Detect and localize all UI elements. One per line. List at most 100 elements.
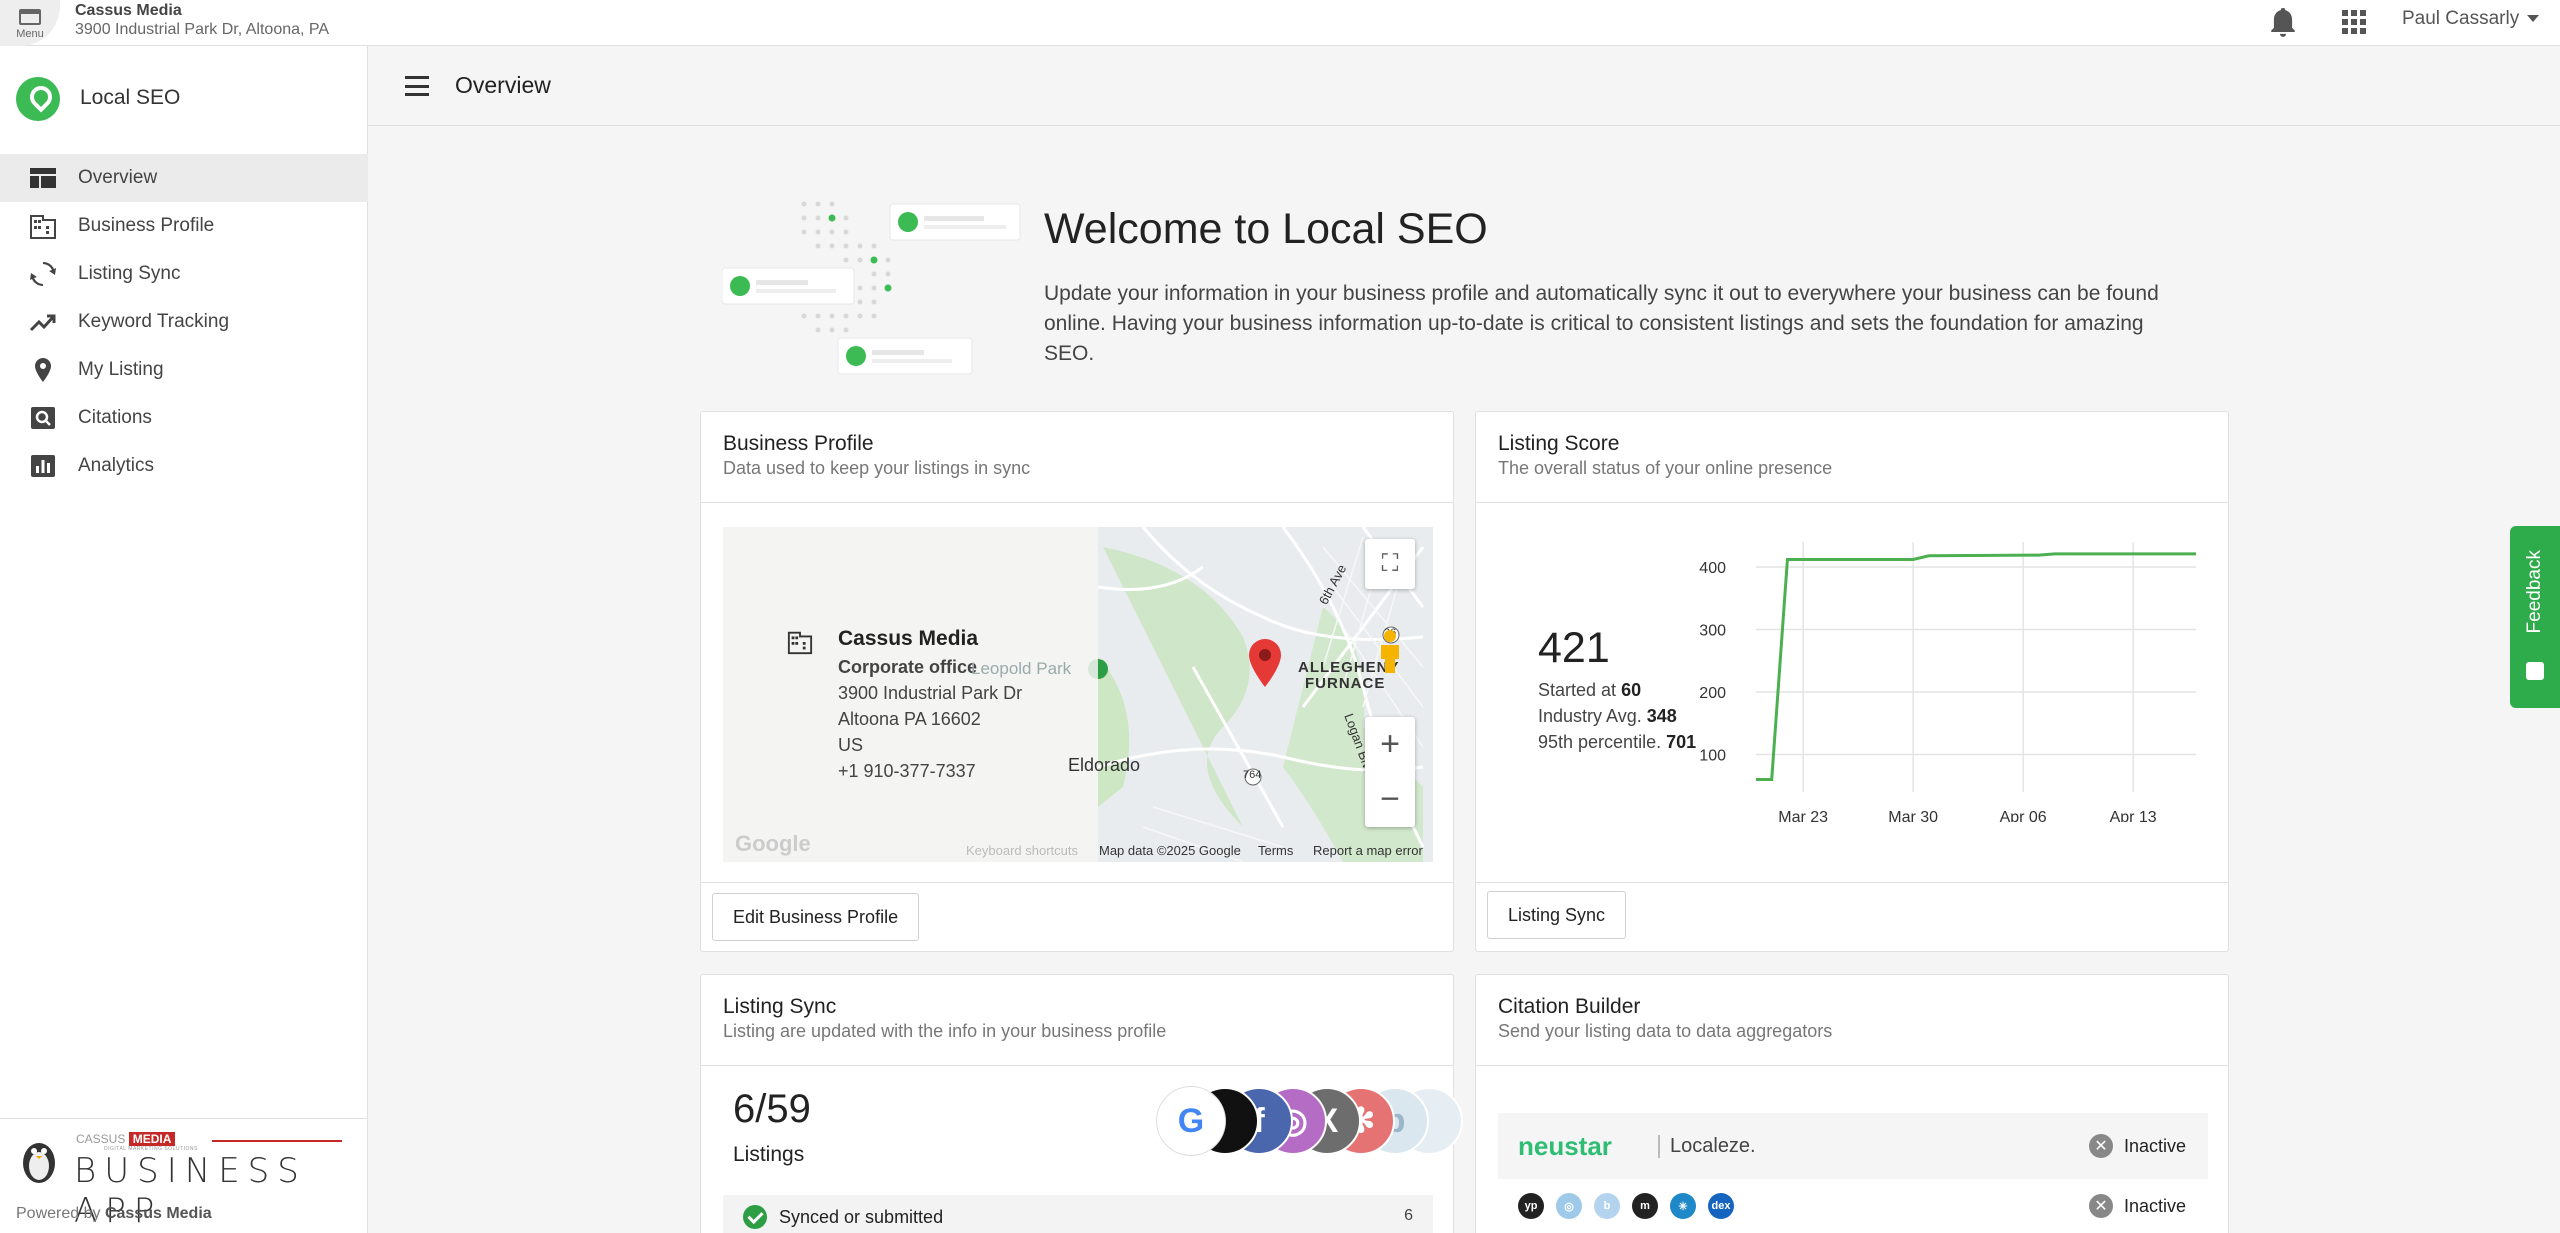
business-country: US [838,735,864,755]
page-title: Overview [455,72,551,98]
menu-button[interactable]: Menu [0,0,60,46]
aggregator-logo: b [1594,1193,1620,1219]
citation-row-localeze[interactable]: neustar Localeze. ✕ Inactive [1498,1113,2208,1179]
card-subtitle: The overall status of your online presen… [1498,458,1833,478]
listing-sync-count: 6/59 [733,1087,811,1131]
powered-prefix: Powered by [16,1205,101,1222]
localeze-logo: Localeze. [1658,1135,1756,1158]
report-map-error-link[interactable]: Report a map error [1313,843,1423,858]
store-icon [19,8,41,25]
feedback-label: Feedback [2524,550,2545,634]
zoom-controls[interactable]: + − [1365,717,1415,827]
business-address: 3900 Industrial Park Dr, Altoona, PA [75,21,330,38]
sidebar-item-my-listing[interactable]: My Listing [0,346,368,394]
y-tick-label: 100 [1699,748,1726,765]
brand-media: MEDIA [128,1132,176,1146]
card-title: Citation Builder [1498,995,1641,1018]
sidebar-item-label: My Listing [78,359,164,380]
notifications-bell-icon[interactable] [2270,8,2296,38]
synced-label: Synced or submitted [779,1207,944,1227]
sidebar-item-listing-sync[interactable]: Listing Sync [0,250,368,298]
map-marker-icon[interactable] [1247,639,1283,687]
building-icon [787,631,813,655]
card-subtitle: Data used to keep your listings in sync [723,458,1031,478]
trending-up-icon [29,314,56,332]
sidebar-item-business-profile[interactable]: Business Profile [0,202,368,250]
card-subtitle: Listing are updated with the info in you… [723,1021,1167,1041]
street-view-pegman-icon[interactable] [1377,629,1403,673]
sidebar-item-keyword-tracking[interactable]: Keyword Tracking [0,298,368,346]
synced-row[interactable]: Synced or submitted 6 [723,1195,1433,1233]
y-tick-label: 200 [1699,685,1726,702]
score-percentile: 95th percentile. 701 [1538,732,1696,753]
business-map[interactable]: Cassus Media Corporate office 3900 Indus… [723,527,1433,862]
sidebar-item-label: Analytics [78,455,155,476]
powered-name: Cassus Media [104,1205,212,1222]
dashboard-icon [30,168,56,188]
map-label-park: Leopold Park [971,659,1072,678]
industry-value: 348 [1646,706,1677,726]
sidebar-title: Local SEO [80,86,181,109]
user-menu[interactable]: Paul Cassarly [2402,8,2540,30]
edit-business-profile-button[interactable]: Edit Business Profile [712,893,920,941]
x-tick-label: Mar 30 [1888,809,1938,822]
zoom-out-icon[interactable]: − [1380,780,1400,819]
aggregator-logo: ◎ [1556,1193,1582,1219]
menu-label: Menu [16,27,44,40]
map-label-town: Eldorado [1068,755,1141,775]
google-logo: Google [735,831,811,856]
welcome-title: Welcome to Local SEO [1044,205,1488,253]
divider [212,1140,342,1142]
synced-count: 6 [1404,1207,1413,1224]
brand-top: CASSUS [76,1132,126,1146]
sidebar-item-label: Keyword Tracking [78,311,230,332]
business-name: Cassus Media [75,2,182,19]
sidebar-item-label: Listing Sync [78,263,181,284]
fullscreen-icon[interactable]: ⛶ [1365,539,1415,589]
zoom-in-icon[interactable]: + [1380,725,1400,764]
feedback-tab[interactable]: Feedback [2510,526,2560,708]
chevron-down-icon [2527,15,2540,23]
card-title: Listing Score [1498,432,1620,455]
card-title: Business Profile [723,432,874,455]
map-data-credit: Map data ©2025 Google [1099,843,1241,858]
aggregator-logo: yp [1518,1193,1544,1219]
percentile-label: 95th percentile. [1538,732,1662,752]
map-label-area-2: FURNACE [1305,675,1386,692]
x-tick-label: Mar 23 [1778,809,1828,822]
keyboard-shortcuts-link[interactable]: Keyboard shortcuts [966,843,1078,858]
hamburger-menu-icon[interactable] [405,76,429,96]
citation-status: Inactive [2123,1136,2186,1156]
score-series-line [1756,552,2196,781]
map-terms-link[interactable]: Terms [1258,843,1293,858]
neustar-logo: neustar [1518,1131,1612,1161]
apps-grid-icon[interactable] [2340,8,2366,34]
inactive-x-icon: ✕ [2089,1194,2113,1218]
citation-row-aggregators[interactable]: yp ◎ b m ✳ dex ✕ Inactive [1498,1185,2208,1233]
feedback-icon [2526,662,2544,680]
inactive-x-icon: ✕ [2089,1134,2113,1158]
listing-sync-label: Listings [733,1143,805,1166]
bar-chart-icon [31,455,55,477]
listing-score-chart: 100 200 300 400 Mar 23 Mar 30 Apr 06 Apr 13 [1699,542,2196,822]
y-tick-label: 400 [1699,560,1726,577]
started-value: 60 [1621,680,1642,700]
listing-sync-button[interactable]: Listing Sync [1487,891,1627,939]
search-box-icon [31,407,55,429]
business-type: Corporate office [838,657,978,677]
sidebar-item-analytics[interactable]: Analytics [0,442,368,490]
started-label: Started at [1538,680,1617,700]
sidebar-item-overview[interactable]: Overview [0,154,368,202]
sidebar-item-citations[interactable]: Citations [0,394,368,442]
listing-score-card: Listing Score The overall status of your… [1475,411,2229,952]
sidebar-item-label: Business Profile [78,215,215,236]
listing-score-value: 421 [1538,624,1610,672]
divider [701,1065,1453,1066]
aggregator-logo: m [1632,1193,1658,1219]
divider [1476,502,2228,503]
sidebar-item-label: Overview [78,167,158,188]
citation-status: Inactive [2123,1196,2186,1216]
aggregator-logo: ✳ [1670,1193,1696,1219]
sidebar-header: Local SEO [0,46,368,150]
welcome-text: Update your information in your business… [1044,282,2159,365]
